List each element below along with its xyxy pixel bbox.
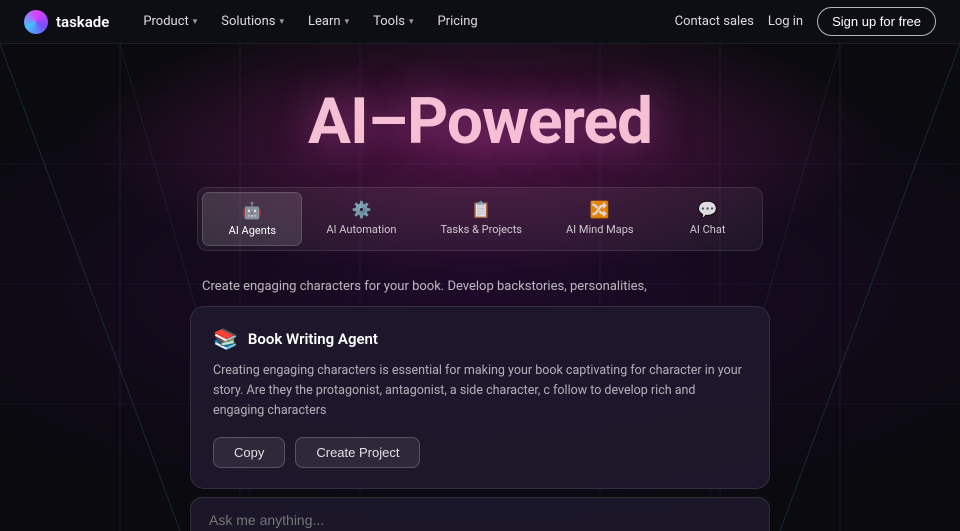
logo-text: taskade	[56, 13, 109, 31]
create-project-button[interactable]: Create Project	[295, 437, 420, 468]
ask-input-container	[190, 497, 770, 531]
partial-text: Create engaging characters for your book…	[190, 271, 770, 302]
chevron-down-icon: ▾	[193, 17, 198, 27]
login-link[interactable]: Log in	[768, 14, 803, 29]
agent-description: Creating engaging characters is essentia…	[213, 361, 747, 421]
agent-actions: Copy Create Project	[213, 437, 747, 468]
ai-mind-maps-icon: 🔀	[590, 200, 610, 219]
tab-ai-agents[interactable]: 🤖 AI Agents	[202, 192, 302, 246]
nav-product-label: Product	[143, 14, 188, 29]
nav-pricing-label: Pricing	[437, 14, 477, 29]
tabs-container: 🤖 AI Agents ⚙️ AI Automation 📋 Tasks & P…	[197, 187, 762, 251]
copy-button[interactable]: Copy	[213, 437, 285, 468]
signup-button[interactable]: Sign up for free	[817, 7, 936, 36]
hero-title: AI–Powered	[308, 84, 652, 159]
nav-item-solutions[interactable]: Solutions ▾	[211, 10, 294, 33]
book-agent-icon: 📚	[213, 327, 238, 351]
tab-ai-mind-maps[interactable]: 🔀 AI Mind Maps	[546, 192, 654, 246]
nav-links: Product ▾ Solutions ▾ Learn ▾ Tools ▾ Pr…	[133, 10, 487, 33]
ai-agents-icon: 🤖	[242, 201, 262, 220]
nav-solutions-label: Solutions	[221, 14, 275, 29]
agent-title: Book Writing Agent	[248, 330, 378, 348]
logo[interactable]: taskade	[24, 10, 109, 34]
tab-tasks-projects-label: Tasks & Projects	[440, 223, 522, 236]
hero-section: AI–Powered 🤖 AI Agents ⚙️ AI Automation …	[0, 44, 960, 531]
tab-ai-mind-maps-label: AI Mind Maps	[566, 223, 634, 236]
logo-icon	[24, 10, 48, 34]
tab-ai-chat[interactable]: 💬 AI Chat	[658, 192, 758, 246]
navbar-right: Contact sales Log in Sign up for free	[675, 7, 936, 36]
nav-learn-label: Learn	[308, 14, 341, 29]
tab-ai-automation-label: AI Automation	[326, 223, 396, 236]
ai-automation-icon: ⚙️	[351, 200, 371, 219]
navbar-left: taskade Product ▾ Solutions ▾ Learn ▾ To…	[24, 10, 488, 34]
tab-ai-chat-label: AI Chat	[690, 223, 726, 236]
tab-ai-agents-label: AI Agents	[229, 224, 276, 237]
ask-input[interactable]	[209, 512, 751, 528]
chevron-down-icon: ▾	[345, 17, 350, 27]
tasks-projects-icon: 📋	[471, 200, 491, 219]
chevron-down-icon: ▾	[279, 17, 284, 27]
tab-tasks-projects[interactable]: 📋 Tasks & Projects	[420, 192, 542, 246]
nav-tools-label: Tools	[373, 14, 405, 29]
contact-sales-link[interactable]: Contact sales	[675, 14, 754, 29]
tab-ai-automation[interactable]: ⚙️ AI Automation	[306, 192, 416, 246]
nav-item-learn[interactable]: Learn ▾	[298, 10, 359, 33]
nav-item-product[interactable]: Product ▾	[133, 10, 207, 33]
nav-item-tools[interactable]: Tools ▾	[363, 10, 423, 33]
agent-card-header: 📚 Book Writing Agent	[213, 327, 747, 351]
content-area: Create engaging characters for your book…	[190, 271, 770, 531]
nav-item-pricing[interactable]: Pricing	[427, 10, 487, 33]
ai-chat-icon: 💬	[698, 200, 718, 219]
navbar: taskade Product ▾ Solutions ▾ Learn ▾ To…	[0, 0, 960, 44]
agent-card: 📚 Book Writing Agent Creating engaging c…	[190, 306, 770, 489]
chevron-down-icon: ▾	[409, 17, 414, 27]
